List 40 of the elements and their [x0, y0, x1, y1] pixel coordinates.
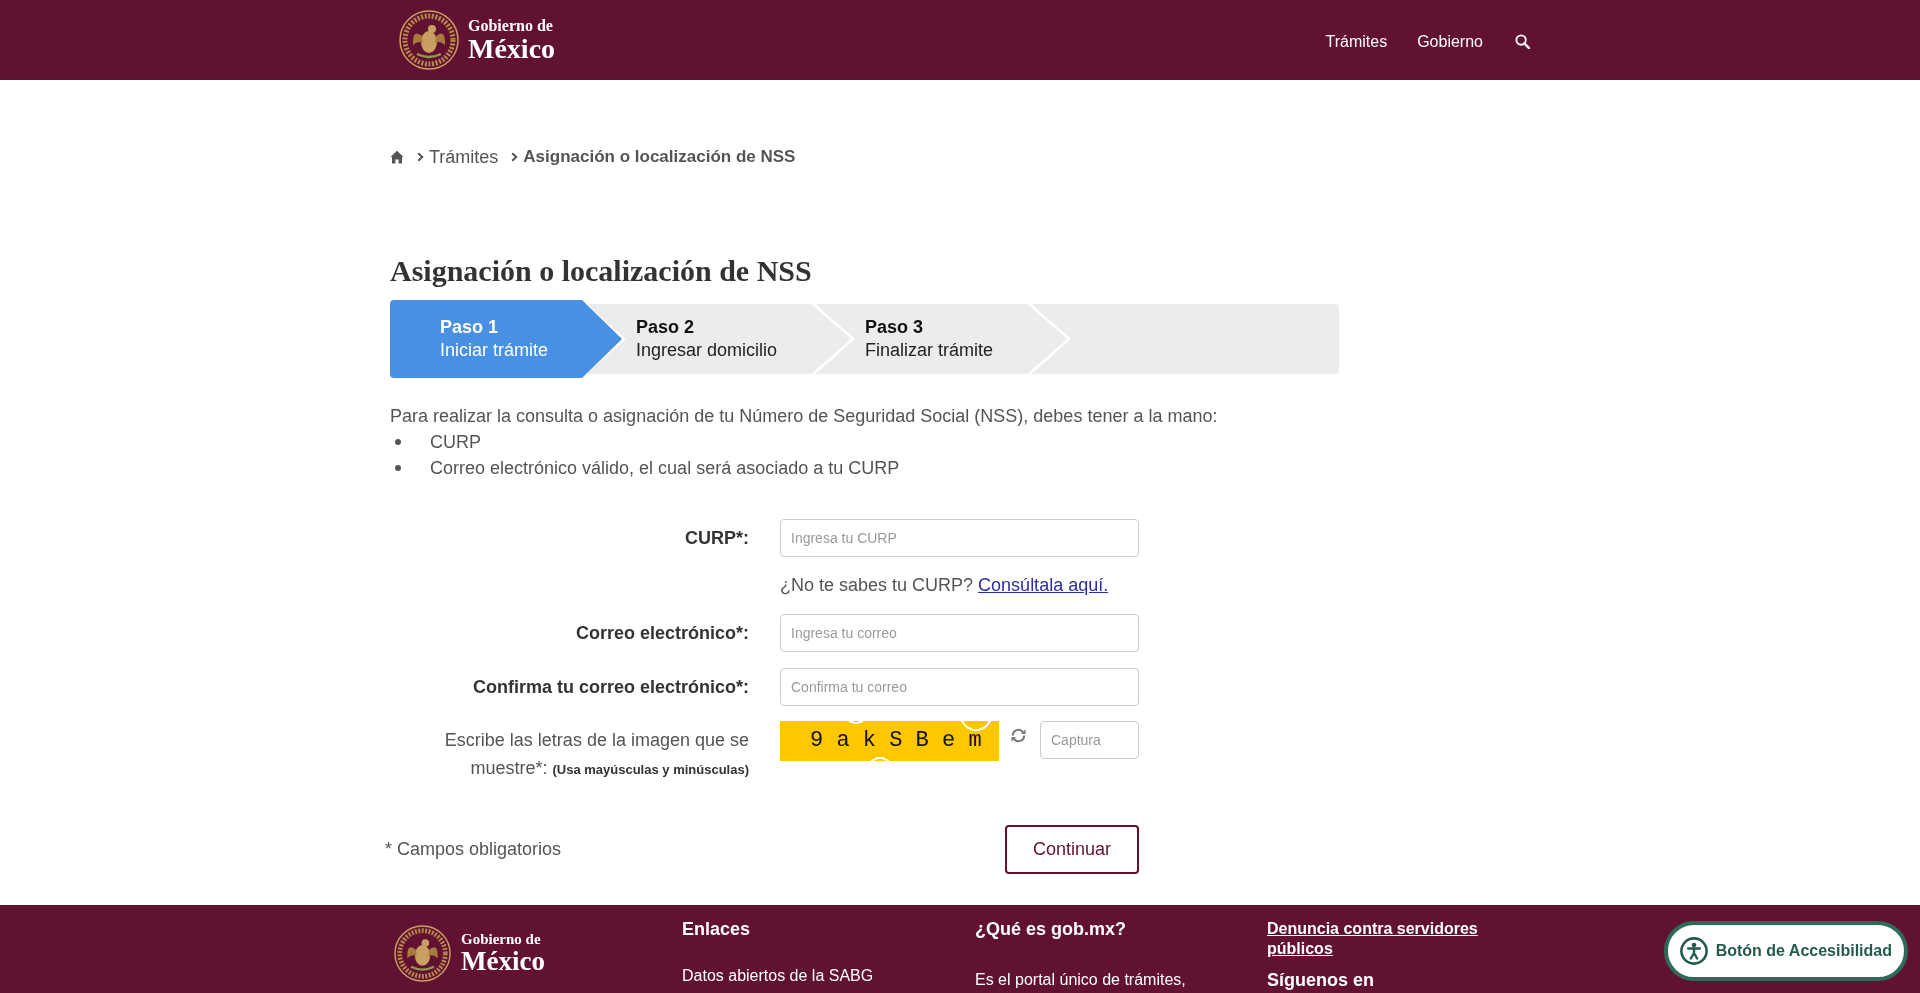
- chevron-right-icon: [511, 152, 519, 162]
- footer-heading: Síguenos en: [1267, 970, 1374, 990]
- captcha-input[interactable]: Captura: [1040, 721, 1139, 759]
- seal-icon: [394, 925, 451, 982]
- footer-heading: ¿Qué es gob.mx?: [975, 919, 1127, 939]
- search-icon[interactable]: [1515, 34, 1530, 49]
- help-link[interactable]: Consúltala aquí.: [978, 575, 1109, 595]
- field-label: Confirma tu correo electrónico*:: [471, 676, 749, 698]
- bullet-icon: [395, 465, 401, 471]
- logo-link[interactable]: Gobierno de México: [399, 10, 556, 70]
- footer-link[interactable]: Datos abiertos de la SABG: [682, 966, 874, 986]
- input-field[interactable]: Ingresa tu correo: [780, 614, 1139, 652]
- current-page-text: Asignación o localización de NSS: [523, 146, 796, 168]
- nav-link[interactable]: Gobierno: [1417, 32, 1483, 51]
- accessibility-button[interactable]: Botón de Accesibilidad: [1663, 921, 1908, 981]
- field-label: CURP*:: [684, 527, 749, 549]
- logo-link[interactable]: Gobierno de México: [394, 925, 545, 982]
- chevron-right-icon: [417, 152, 424, 162]
- footer-heading: Enlaces: [682, 919, 751, 939]
- continue-button[interactable]: Continuar: [1005, 825, 1139, 874]
- input-field[interactable]: Ingresa tu CURP: [780, 519, 1139, 557]
- footer-text: Es el portal único de trámites,: [975, 970, 1186, 990]
- page-title: Asignación o localización de NSS: [390, 254, 813, 288]
- field-label: Correo electrónico*:: [574, 622, 749, 644]
- bullet-icon: [395, 439, 401, 445]
- nav-link[interactable]: Trámites: [1325, 32, 1388, 51]
- accessibility-icon: [1679, 937, 1708, 965]
- home-icon[interactable]: [390, 150, 404, 164]
- captcha-image: 9 a k S B e m: [780, 721, 999, 761]
- field-label: Escribe las letras de la imagen que se muestre*: (Usa mayúsculas y minúsculas): [443, 729, 749, 780]
- breadcrumb-link[interactable]: Trámites: [429, 146, 499, 168]
- seal-icon: [399, 10, 459, 70]
- intro-text: Para realizar la consulta o asignación de tu Número de Seguridad Social (NSS), debes tener a la mano:: [390, 405, 1219, 428]
- help-text: ¿No te sabes tu CURP? Consúltala aquí.: [780, 574, 1110, 597]
- refresh-icon[interactable]: [1010, 727, 1027, 744]
- requirement-text: Correo electrónico válido, el cual será asociado a tu CURP: [430, 457, 900, 480]
- required-note: * Campos obligatorios: [385, 839, 562, 860]
- requirement-text: CURP: [430, 431, 481, 454]
- input-field[interactable]: Confirma tu correo: [780, 668, 1139, 706]
- footer-link[interactable]: Denuncia contra servidores públicos: [1267, 919, 1530, 959]
